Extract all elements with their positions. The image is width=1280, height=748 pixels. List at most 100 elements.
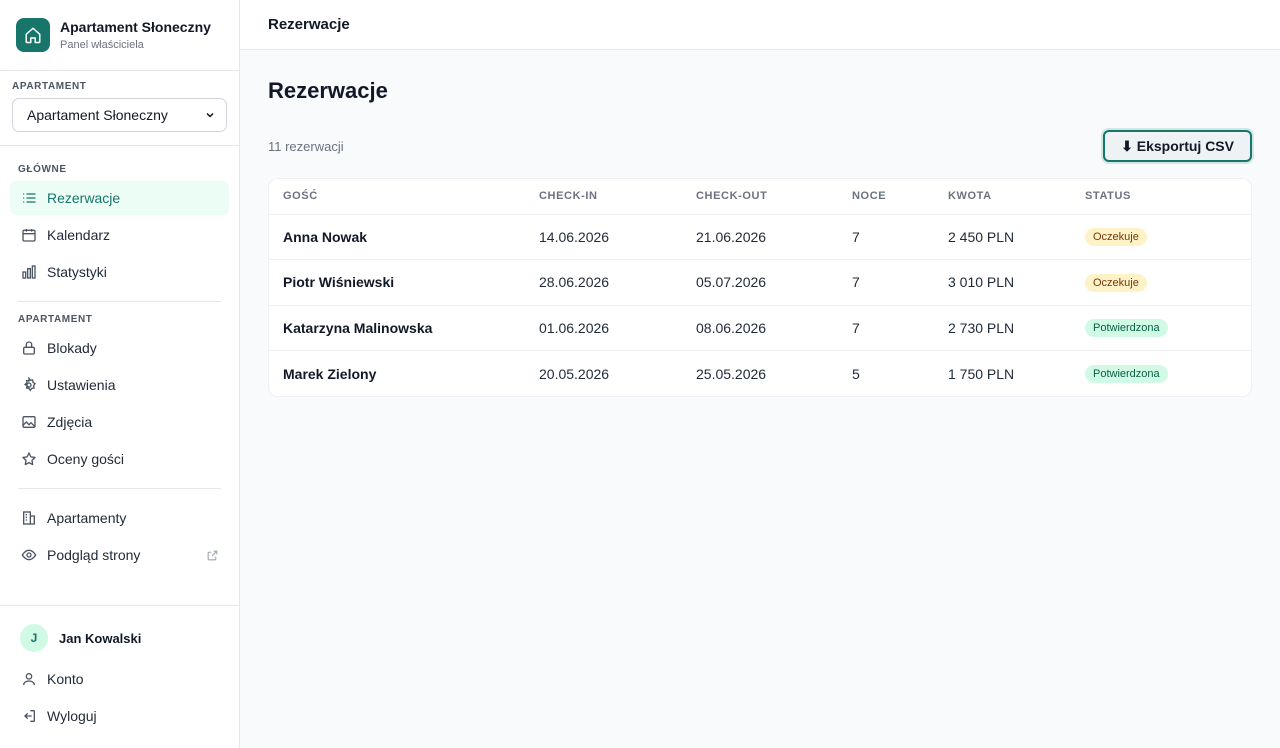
sidebar-item-blokady[interactable]: Blokady xyxy=(10,331,229,365)
sidebar-item-label: Kalendarz xyxy=(47,227,111,243)
status-cell: Oczekuje xyxy=(1071,214,1251,260)
list-icon xyxy=(20,190,37,207)
divider xyxy=(18,301,221,302)
sidebar-item-label: Podgląd strony xyxy=(47,547,141,563)
checkin-date: 01.06.2026 xyxy=(525,305,682,351)
toolbar: 11 rezerwacji ⬇ Eksportuj CSV xyxy=(268,130,1252,162)
topbar-title: Rezerwacje xyxy=(268,16,350,33)
checkout-date: 21.06.2026 xyxy=(682,214,838,260)
sidebar-item-ustawienia[interactable]: Ustawienia xyxy=(10,368,229,402)
calendar-icon xyxy=(20,227,37,244)
sidebar-item-zdjecia[interactable]: Zdjęcia xyxy=(10,405,229,439)
sidebar-item-label: Rezerwacje xyxy=(47,190,121,206)
user-block: J Jan Kowalski Konto Wyloguj xyxy=(0,605,239,748)
star-icon xyxy=(20,451,37,468)
building-icon xyxy=(20,510,37,527)
column-header-checkin[interactable]: CHECK-IN xyxy=(525,179,682,215)
sidebar-item-label: Wyloguj xyxy=(47,708,97,724)
nights: 5 xyxy=(852,365,860,382)
reservation-count: 11 rezerwacji xyxy=(268,138,344,154)
brand-title: Apartament Słoneczny xyxy=(60,19,211,35)
user-name: Jan Kowalski xyxy=(59,630,142,646)
table-header-row: GOŚĆ CHECK-IN CHECK-OUT NOCE KWOTA STATU… xyxy=(269,179,1251,215)
nav-main-label: GŁÓWNE xyxy=(18,164,67,175)
guest-name: Marek Zielony xyxy=(283,365,377,382)
brand[interactable]: Apartament Słoneczny Panel właściciela xyxy=(0,0,239,71)
table-row[interactable]: Anna Nowak 14.06.2026 21.06.2026 7 2 450… xyxy=(269,214,1251,260)
column-header-checkout[interactable]: CHECK-OUT xyxy=(682,179,838,215)
amount: 2 730 PLN xyxy=(934,305,1071,351)
sidebar: Apartament Słoneczny Panel właściciela A… xyxy=(0,0,240,748)
table-row[interactable]: Marek Zielony 20.05.2026 25.05.2026 5 1 … xyxy=(269,351,1251,397)
image-icon xyxy=(20,414,37,431)
main-content: Rezerwacje 11 rezerwacji ⬇ Eksportuj CSV… xyxy=(268,50,1252,397)
nights: 7 xyxy=(838,214,934,260)
export-csv-button[interactable]: ⬇ Eksportuj CSV xyxy=(1103,130,1252,162)
external-link-icon xyxy=(206,549,219,562)
status-cell: Potwierdzona xyxy=(1071,351,1251,397)
apartment-selector-block: APARTAMENT Apartament Słoneczny xyxy=(0,71,239,146)
apartment-select[interactable]: Apartament Słoneczny xyxy=(12,98,227,132)
guest-name: Anna Nowak xyxy=(269,214,525,260)
bar-chart-icon xyxy=(20,264,37,281)
column-header-amount[interactable]: KWOTA xyxy=(934,179,1071,215)
sidebar-item-apartamenty[interactable]: Apartamenty xyxy=(10,501,229,535)
nav-main: GŁÓWNE Rezerwacje Kalendarz Statystyki A… xyxy=(0,146,239,572)
lock-icon xyxy=(20,340,37,357)
table-row[interactable]: Piotr Wiśniewski 28.06.2026 05.07.2026 7… xyxy=(269,259,1251,306)
user-icon xyxy=(20,671,37,688)
sidebar-item-label: Ustawienia xyxy=(47,377,116,393)
nav-apartment-label: APARTAMENT xyxy=(18,314,93,325)
status-badge: Potwierdzona xyxy=(1085,319,1168,338)
amount: 2 450 PLN xyxy=(934,214,1071,260)
checkin-date: 28.06.2026 xyxy=(525,259,682,306)
status-badge: Oczekuje xyxy=(1085,228,1147,247)
amount: 3 010 PLN xyxy=(934,259,1071,306)
home-icon xyxy=(16,18,50,52)
status-badge: Potwierdzona xyxy=(1085,365,1168,383)
guest-name: Piotr Wiśniewski xyxy=(269,259,525,306)
sidebar-item-label: Konto xyxy=(47,671,84,687)
sidebar-item-rezerwacje[interactable]: Rezerwacje xyxy=(10,181,229,215)
sidebar-item-konto[interactable]: Konto xyxy=(10,662,229,696)
sidebar-item-label: Statystyki xyxy=(47,264,107,280)
eye-icon xyxy=(20,547,37,564)
sidebar-item-label: Blokady xyxy=(47,340,97,356)
sidebar-item-statystyki[interactable]: Statystyki xyxy=(10,255,229,289)
status-badge: Oczekuje xyxy=(1085,273,1147,292)
divider xyxy=(18,488,221,489)
column-header-nights[interactable]: NOCE xyxy=(838,179,934,215)
status-cell: Oczekuje xyxy=(1071,259,1251,306)
sidebar-item-label: Apartamenty xyxy=(47,510,127,526)
chevron-down-icon xyxy=(204,109,216,121)
checkin-date: 20.05.2026 xyxy=(539,365,610,382)
topbar: Rezerwacje xyxy=(240,0,1280,50)
logout-icon xyxy=(20,708,37,725)
sidebar-item-oceny-gosci[interactable]: Oceny gości xyxy=(10,442,229,476)
amount: 1 750 PLN xyxy=(948,365,1015,382)
sidebar-item-podglad-strony[interactable]: Podgląd strony xyxy=(10,538,229,572)
checkin-date: 14.06.2026 xyxy=(525,214,682,260)
checkout-date: 25.05.2026 xyxy=(696,365,767,382)
apartment-select-value: Apartament Słoneczny xyxy=(27,107,168,123)
nights: 7 xyxy=(838,259,934,306)
guest-name: Katarzyna Malinowska xyxy=(269,305,525,351)
avatar: J xyxy=(20,624,48,652)
apartment-selector-label: APARTAMENT xyxy=(12,81,87,92)
table-row[interactable]: Katarzyna Malinowska 01.06.2026 08.06.20… xyxy=(269,305,1251,351)
checkout-date: 05.07.2026 xyxy=(682,259,838,306)
sidebar-item-wyloguj[interactable]: Wyloguj xyxy=(10,699,229,733)
sidebar-item-label: Oceny gości xyxy=(47,451,125,467)
sidebar-item-label: Zdjęcia xyxy=(47,414,93,430)
reservations-table: GOŚĆ CHECK-IN CHECK-OUT NOCE KWOTA STATU… xyxy=(268,178,1252,397)
user-profile[interactable]: J Jan Kowalski xyxy=(10,622,229,654)
gear-icon xyxy=(20,377,37,394)
sidebar-item-kalendarz[interactable]: Kalendarz xyxy=(10,218,229,252)
status-cell: Potwierdzona xyxy=(1071,305,1251,351)
column-header-status[interactable]: STATUS xyxy=(1071,179,1251,215)
column-header-guest[interactable]: GOŚĆ xyxy=(269,179,525,215)
page-title: Rezerwacje xyxy=(268,78,388,103)
nights: 7 xyxy=(838,305,934,351)
brand-subtitle: Panel właściciela xyxy=(60,39,144,51)
checkout-date: 08.06.2026 xyxy=(682,305,838,351)
